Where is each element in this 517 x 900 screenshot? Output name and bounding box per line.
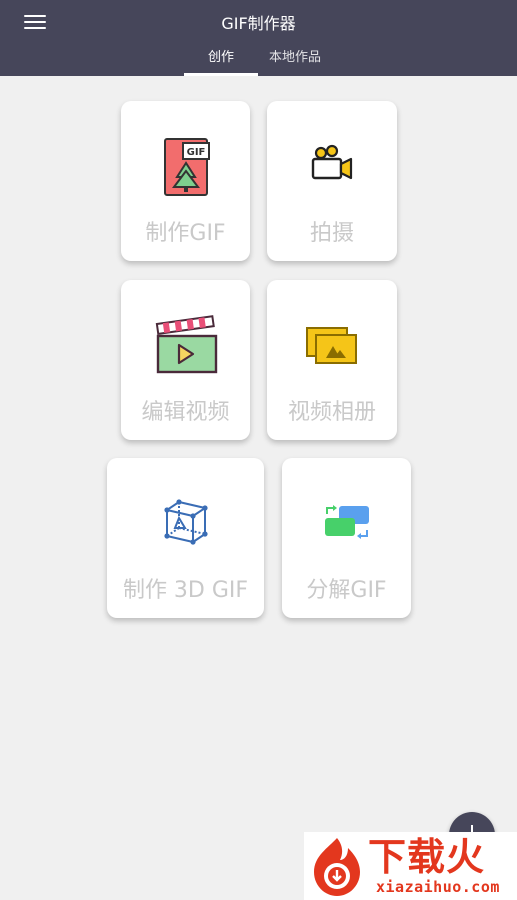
split-gif-card[interactable]: 分解GIF: [282, 458, 411, 618]
watermark-url: xiazaihuo.com: [376, 878, 500, 896]
tab-bar: 创作 本地作品: [184, 46, 332, 76]
app-bar: GIF制作器 创作 本地作品: [0, 0, 517, 76]
watermark-logo: 下载火 xiazaihuo.com: [304, 832, 517, 900]
tab-create[interactable]: 创作: [184, 46, 258, 76]
photo-album-icon: [306, 327, 357, 364]
tab-indicator: [184, 73, 258, 76]
edit-video-label: 编辑视频: [141, 400, 230, 425]
tab-local-works-label: 本地作品: [268, 50, 321, 65]
flame-logo-icon: [314, 838, 360, 896]
tab-local-works[interactable]: 本地作品: [258, 46, 332, 76]
make-3d-gif-card[interactable]: 制作 3D GIF: [107, 458, 264, 618]
gif-file-icon: GIF: [163, 138, 210, 196]
make-3d-gif-label: 制作 3D GIF: [122, 578, 249, 603]
make-gif-card[interactable]: GIF 制作GIF: [121, 101, 250, 261]
split-gif-label: 分解GIF: [306, 578, 387, 603]
make-gif-label: 制作GIF: [145, 221, 226, 246]
watermark-text: 下载火: [368, 835, 486, 879]
shoot-card[interactable]: 拍摄: [267, 101, 397, 261]
video-camera-icon: [311, 144, 353, 180]
app-title: GIF制作器: [221, 14, 296, 33]
edit-video-card[interactable]: 编辑视频: [121, 280, 250, 440]
tab-create-label: 创作: [207, 50, 234, 65]
swap-frames-icon: [324, 505, 369, 539]
video-album-label: 视频相册: [287, 400, 376, 425]
3d-cube-icon: [163, 499, 208, 545]
video-album-card[interactable]: 视频相册: [267, 280, 397, 440]
shoot-label: 拍摄: [309, 221, 354, 246]
svg-text:GIF: GIF: [186, 147, 205, 158]
clapperboard-icon: [155, 315, 217, 374]
